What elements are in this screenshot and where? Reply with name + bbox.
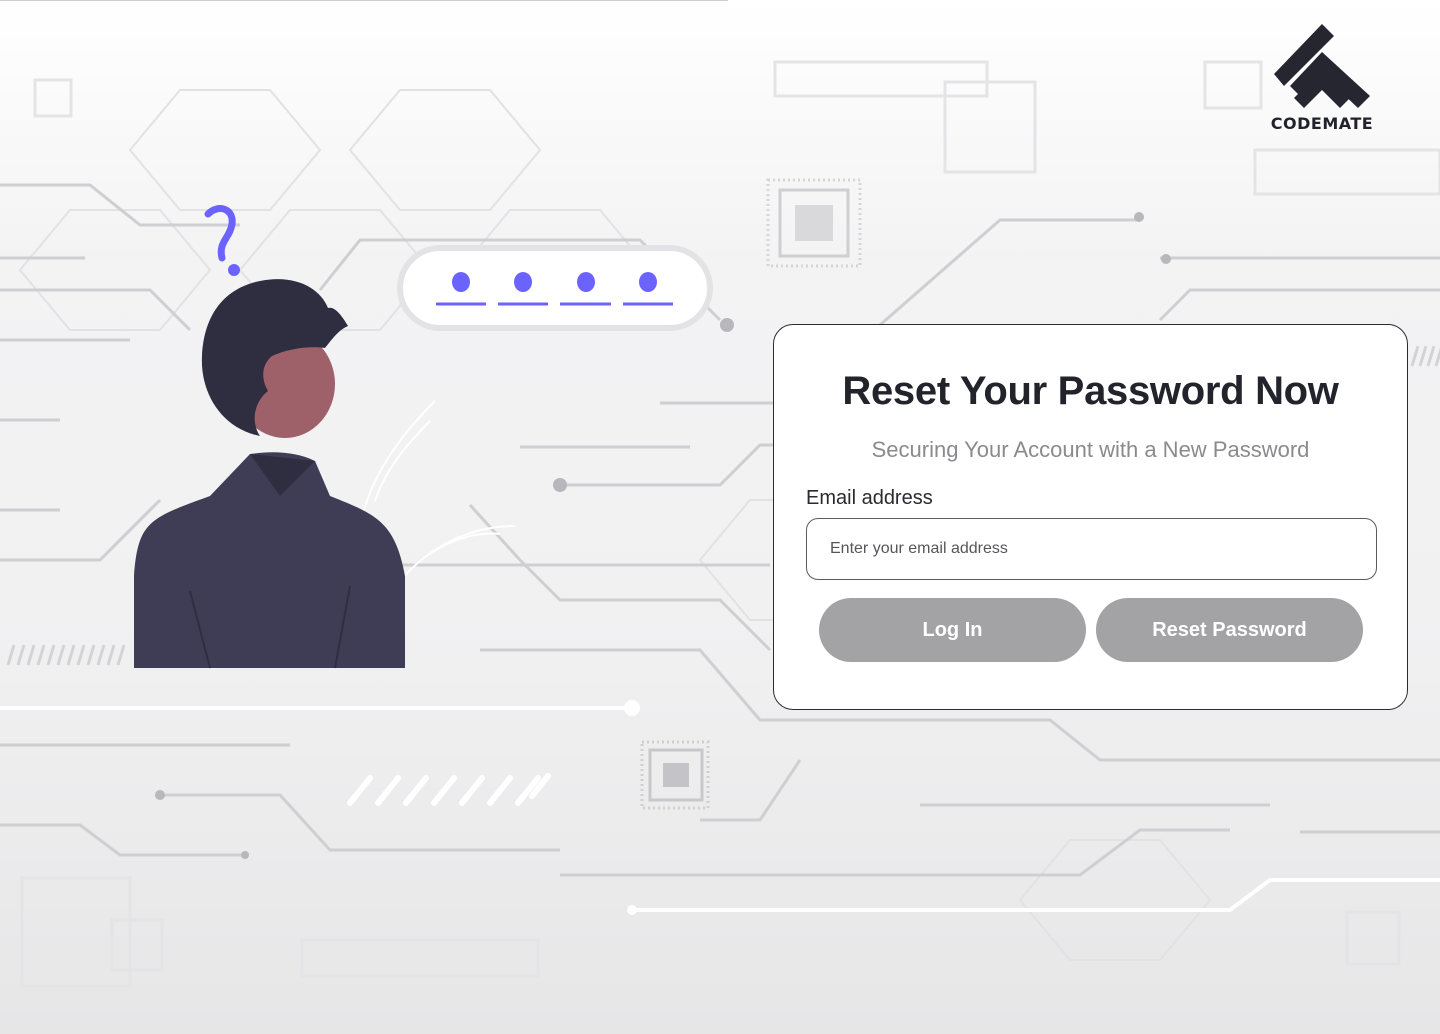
page-subtitle: Securing Your Account with a New Passwor… [871, 437, 1310, 462]
chip-bottom [640, 740, 710, 810]
email-label: Email address [806, 487, 933, 509]
glow-node [624, 700, 640, 716]
hatch-left [6, 644, 126, 666]
reset-password-button[interactable]: Reset Password [1096, 598, 1363, 662]
person-figure [134, 279, 405, 669]
forgot-password-illustration [134, 205, 713, 669]
page-title: Reset Your Password Now [842, 369, 1339, 413]
chip-top [766, 178, 862, 268]
hatch-right [1410, 345, 1440, 367]
glow-node [627, 905, 637, 915]
email-input[interactable] [806, 518, 1377, 580]
codemate-logo[interactable]: CODEMATE [1262, 24, 1382, 136]
reset-password-card: Reset Your Password Now Securing Your Ac… [773, 324, 1408, 710]
light-traces [0, 706, 1440, 912]
question-mark-icon [204, 205, 240, 276]
password-bubble [397, 245, 713, 331]
login-button[interactable]: Log In [819, 598, 1086, 662]
brand-name: CODEMATE [1270, 114, 1374, 133]
codemate-logo-icon [1274, 24, 1370, 108]
hatch-light [347, 773, 551, 806]
